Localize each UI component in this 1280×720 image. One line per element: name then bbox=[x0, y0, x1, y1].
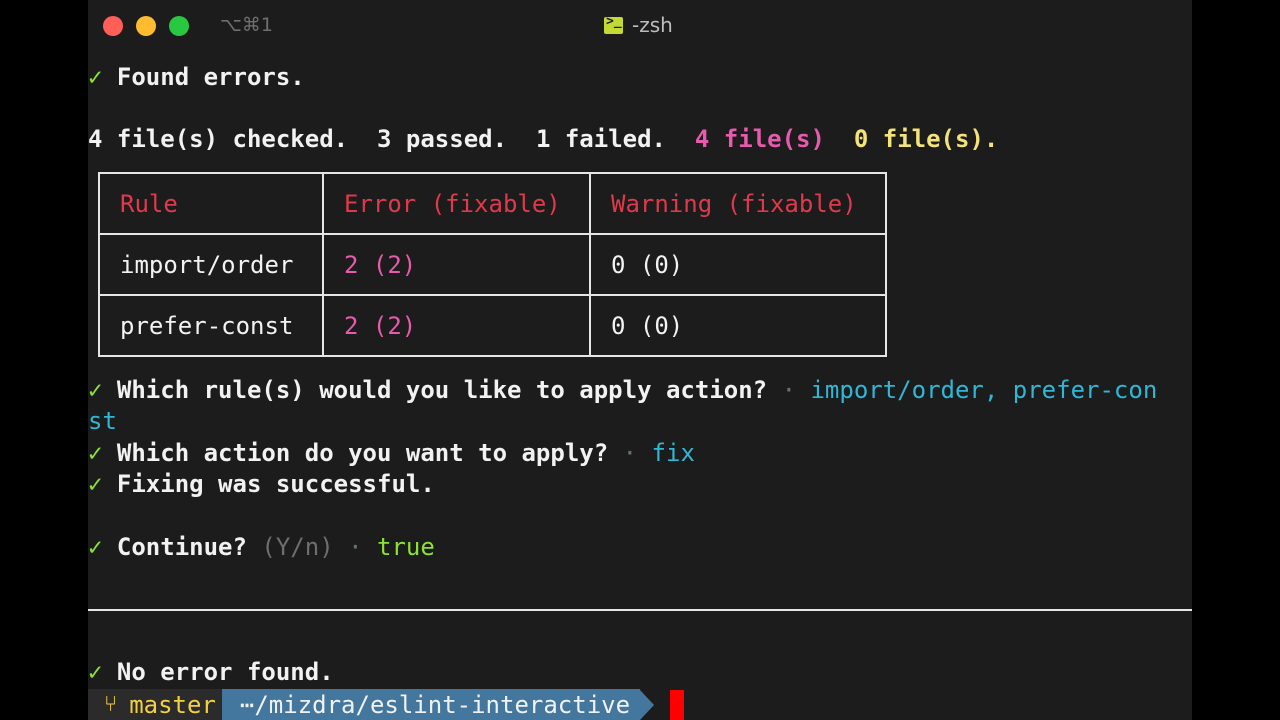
warning-cell: 0 (0) bbox=[589, 294, 887, 357]
table-header-row: Rule Error (fixable) Warning (fixable) bbox=[98, 172, 887, 235]
terminal-icon: >_ bbox=[604, 14, 623, 34]
summary-passed: 3 passed. bbox=[377, 125, 508, 153]
divider bbox=[88, 609, 1192, 611]
error-cell: 2 (2) bbox=[322, 233, 591, 296]
no-error-text: No error found. bbox=[116, 658, 334, 686]
check-icon: ✓ bbox=[88, 658, 103, 686]
text-cursor[interactable] bbox=[670, 689, 685, 720]
header-warning: Warning (fixable) bbox=[589, 172, 887, 235]
fix-success-text: Fixing was successful. bbox=[116, 470, 435, 498]
check-icon: ✓ bbox=[88, 533, 103, 561]
header-error: Error (fixable) bbox=[322, 172, 591, 235]
table-row: import/order 2 (2) 0 (0) bbox=[98, 233, 887, 296]
close-button[interactable] bbox=[103, 16, 123, 36]
error-cell: 2 (2) bbox=[322, 294, 591, 357]
separator-dot: · bbox=[348, 533, 363, 561]
summary-line: 4 file(s) checked. 3 passed. 1 failed. 4… bbox=[88, 124, 998, 155]
window-title-group: >_ -zsh bbox=[604, 13, 673, 37]
rule-cell: prefer-const bbox=[98, 294, 324, 357]
found-errors-text: Found errors. bbox=[116, 63, 305, 91]
shell-prompt: ⑂ master ⋯/mizdra/eslint-interactive bbox=[88, 689, 685, 720]
window-shortcut: ⌥⌘1 bbox=[220, 14, 273, 36]
current-path: ⋯/mizdra/eslint-interactive bbox=[239, 690, 631, 719]
fix-success-line: ✓ Fixing was successful. bbox=[88, 469, 435, 500]
path-segment: ⋯/mizdra/eslint-interactive bbox=[221, 689, 641, 720]
git-branch-segment: ⑂ master bbox=[88, 689, 222, 720]
check-icon: ✓ bbox=[88, 470, 103, 498]
minimize-button[interactable] bbox=[136, 16, 156, 36]
continue-question: Continue? bbox=[116, 533, 247, 561]
check-icon: ✓ bbox=[88, 439, 103, 467]
summary-pink-files: 4 file(s) bbox=[694, 125, 825, 153]
rule-answer-wrap: st bbox=[88, 407, 117, 435]
continue-line: ✓ Continue? (Y/n) · true bbox=[88, 532, 435, 563]
git-branch-name: master bbox=[129, 690, 216, 719]
terminal-window: ⌥⌘1 >_ -zsh ✓ Found errors. 4 file(s) ch… bbox=[88, 0, 1192, 720]
header-rule: Rule bbox=[98, 172, 324, 235]
maximize-button[interactable] bbox=[169, 16, 189, 36]
check-icon: ✓ bbox=[88, 376, 103, 404]
rules-table: Rule Error (fixable) Warning (fixable) i… bbox=[98, 172, 887, 357]
action-question-line: ✓ Which action do you want to apply? · f… bbox=[88, 438, 695, 469]
git-branch-icon: ⑂ bbox=[104, 692, 118, 717]
segment-arrow bbox=[640, 689, 655, 720]
summary-failed: 1 failed. bbox=[535, 125, 666, 153]
action-answer: fix bbox=[651, 439, 695, 467]
rule-answer: import/order, prefer-con bbox=[810, 376, 1158, 404]
action-question: Which action do you want to apply? bbox=[116, 439, 609, 467]
separator-dot: · bbox=[781, 376, 797, 404]
rule-question-line: ✓ Which rule(s) would you like to apply … bbox=[88, 375, 1157, 406]
window-title: -zsh bbox=[632, 13, 673, 37]
separator-dot: · bbox=[622, 439, 638, 467]
rule-answer-wrap-line: st bbox=[88, 406, 117, 437]
rule-question: Which rule(s) would you like to apply ac… bbox=[116, 376, 768, 404]
rule-cell: import/order bbox=[98, 233, 324, 296]
no-error-line: ✓ No error found. bbox=[88, 657, 334, 688]
check-icon: ✓ bbox=[88, 63, 103, 91]
continue-answer: true bbox=[377, 533, 435, 561]
summary-checked: 4 file(s) checked. bbox=[88, 125, 349, 153]
table-row: prefer-const 2 (2) 0 (0) bbox=[98, 294, 887, 357]
summary-yellow-files: 0 file(s). bbox=[853, 125, 999, 153]
continue-hint: (Y/n) bbox=[261, 533, 334, 561]
warning-cell: 0 (0) bbox=[589, 233, 887, 296]
found-errors-line: ✓ Found errors. bbox=[88, 62, 305, 93]
